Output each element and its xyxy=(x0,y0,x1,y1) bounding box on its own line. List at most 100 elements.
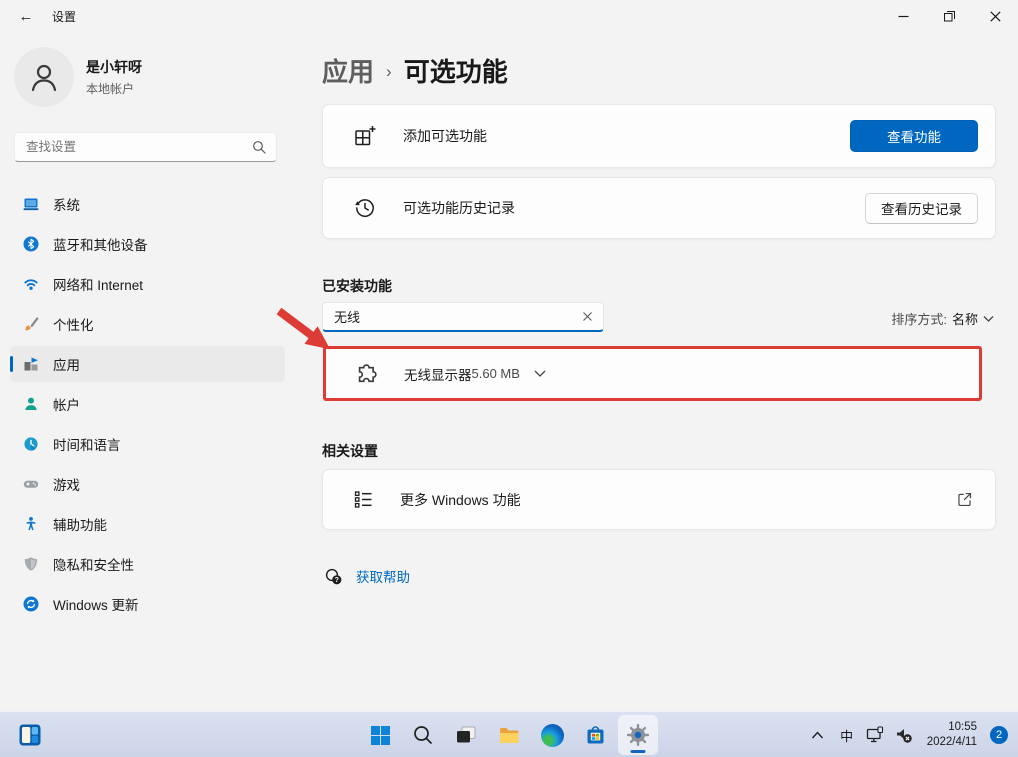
feature-size: 5.60 MB xyxy=(472,366,520,381)
avatar xyxy=(14,47,74,107)
notification-badge[interactable]: 2 xyxy=(990,726,1008,744)
nav-label: 时间和语言 xyxy=(53,434,121,454)
store-icon xyxy=(584,724,607,747)
show-hidden-icons-button[interactable] xyxy=(804,715,832,755)
clear-filter-icon[interactable] xyxy=(577,307,597,327)
minimize-icon xyxy=(898,11,909,22)
chevron-up-icon xyxy=(811,731,824,739)
nav-label: 蓝牙和其他设备 xyxy=(53,234,148,254)
minimize-button[interactable] xyxy=(880,0,926,32)
restore-button[interactable] xyxy=(926,0,972,32)
titlebar: ← 设置 xyxy=(0,0,1018,32)
task-view-button[interactable] xyxy=(446,715,486,755)
start-button[interactable] xyxy=(360,715,400,755)
time-language-icon xyxy=(23,436,39,452)
close-button[interactable] xyxy=(972,0,1018,32)
feature-row-wireless-display[interactable]: 无线显示器 5.60 MB xyxy=(323,346,982,401)
settings-window: ← 设置 是小轩呀 本地帐户 xyxy=(0,0,1018,757)
sidebar-item-accounts[interactable]: 帐户 xyxy=(10,386,285,422)
sidebar-item-gaming[interactable]: 游戏 xyxy=(10,466,285,502)
ime-indicator[interactable]: 中 xyxy=(832,715,862,755)
nav-label: Windows 更新 xyxy=(53,594,139,614)
clock-date: 2022/4/11 xyxy=(927,735,977,750)
accounts-icon xyxy=(23,396,39,412)
clock[interactable]: 10:55 2022/4/11 xyxy=(922,720,982,750)
feature-filter-box xyxy=(322,302,604,332)
settings-search-box xyxy=(14,132,277,162)
network-tray-button[interactable] xyxy=(862,715,890,755)
start-icon xyxy=(370,725,391,746)
user-profile[interactable]: 是小轩呀 本地帐户 xyxy=(14,47,142,107)
system-icon xyxy=(23,196,39,212)
nav-label: 个性化 xyxy=(53,314,94,334)
nav-label: 游戏 xyxy=(53,474,80,494)
sidebar-item-apps[interactable]: 应用 xyxy=(10,346,285,382)
widgets-button[interactable] xyxy=(10,715,50,755)
back-button[interactable]: ← xyxy=(6,1,46,31)
search-taskbar-button[interactable] xyxy=(403,715,443,755)
selected-indicator xyxy=(10,356,13,372)
feature-filter-input[interactable] xyxy=(323,309,577,324)
edge-icon xyxy=(541,724,564,747)
external-link-icon xyxy=(956,491,973,508)
store-button[interactable] xyxy=(575,715,615,755)
active-app-indicator xyxy=(631,750,646,753)
more-windows-features-card[interactable]: 更多 Windows 功能 xyxy=(322,469,996,530)
windows-update-icon xyxy=(23,596,39,612)
gaming-icon xyxy=(23,476,39,492)
sidebar-item-windows-update[interactable]: Windows 更新 xyxy=(10,586,285,622)
nav-label: 隐私和安全性 xyxy=(53,554,134,574)
volume-muted-button[interactable] xyxy=(890,715,918,755)
settings-search-input[interactable] xyxy=(15,140,252,154)
feature-history-card: 可选功能历史记录 查看历史记录 xyxy=(322,177,996,239)
installed-features-header: 已安装功能 xyxy=(322,276,392,296)
add-feature-label: 添加可选功能 xyxy=(403,126,487,146)
breadcrumb: 应用 › 可选功能 xyxy=(322,52,508,89)
related-settings-header: 相关设置 xyxy=(322,441,378,461)
expand-chevron-icon[interactable] xyxy=(534,369,546,378)
settings-gear-icon xyxy=(626,723,650,747)
sidebar-item-system[interactable]: 系统 xyxy=(10,186,285,222)
history-label: 可选功能历史记录 xyxy=(403,198,515,218)
nav-label: 应用 xyxy=(53,354,80,374)
sort-dropdown[interactable]: 排序方式: 名称 xyxy=(891,309,994,328)
get-help-link[interactable]: 获取帮助 xyxy=(356,566,410,586)
nav-label: 帐户 xyxy=(53,394,80,414)
add-feature-icon xyxy=(353,124,377,148)
task-view-icon xyxy=(455,724,477,746)
nav-label: 辅助功能 xyxy=(53,514,107,534)
more-windows-features-label: 更多 Windows 功能 xyxy=(400,490,521,510)
sidebar-item-personalization[interactable]: 个性化 xyxy=(10,306,285,342)
chevron-down-icon xyxy=(983,315,994,323)
edge-button[interactable] xyxy=(532,715,572,755)
window-title: 设置 xyxy=(52,8,76,25)
add-optional-feature-card: 添加可选功能 查看功能 xyxy=(322,104,996,168)
sidebar-item-bluetooth-devices[interactable]: 蓝牙和其他设备 xyxy=(10,226,285,262)
view-history-button[interactable]: 查看历史记录 xyxy=(865,193,978,224)
sidebar-item-privacy-security[interactable]: 隐私和安全性 xyxy=(10,546,285,582)
nav-label: 网络和 Internet xyxy=(53,274,143,294)
sort-prefix-label: 排序方式: xyxy=(891,309,947,328)
search-icon xyxy=(412,724,434,746)
history-icon xyxy=(353,196,377,220)
sidebar-nav: 系统 蓝牙和其他设备 网络和 Internet 个性化 应用 xyxy=(10,186,285,626)
feature-list-icon xyxy=(353,489,374,510)
apps-icon xyxy=(23,356,39,372)
search-icon xyxy=(252,140,266,154)
file-explorer-button[interactable] xyxy=(489,715,529,755)
get-help-row[interactable]: ? 获取帮助 xyxy=(324,566,410,586)
network-tray-icon xyxy=(866,726,885,744)
network-wifi-icon xyxy=(23,276,39,292)
sidebar-item-time-language[interactable]: 时间和语言 xyxy=(10,426,285,462)
back-arrow-icon: ← xyxy=(19,8,34,25)
sort-value-label: 名称 xyxy=(952,309,978,328)
nav-label: 系统 xyxy=(53,194,80,214)
close-icon xyxy=(990,11,1001,22)
file-explorer-icon xyxy=(498,724,521,747)
settings-taskbar-button[interactable] xyxy=(618,715,658,755)
volume-muted-icon xyxy=(895,726,913,744)
sidebar-item-accessibility[interactable]: 辅助功能 xyxy=(10,506,285,542)
sidebar-item-network-internet[interactable]: 网络和 Internet xyxy=(10,266,285,302)
view-features-button[interactable]: 查看功能 xyxy=(850,120,978,152)
breadcrumb-parent[interactable]: 应用 xyxy=(322,52,374,89)
